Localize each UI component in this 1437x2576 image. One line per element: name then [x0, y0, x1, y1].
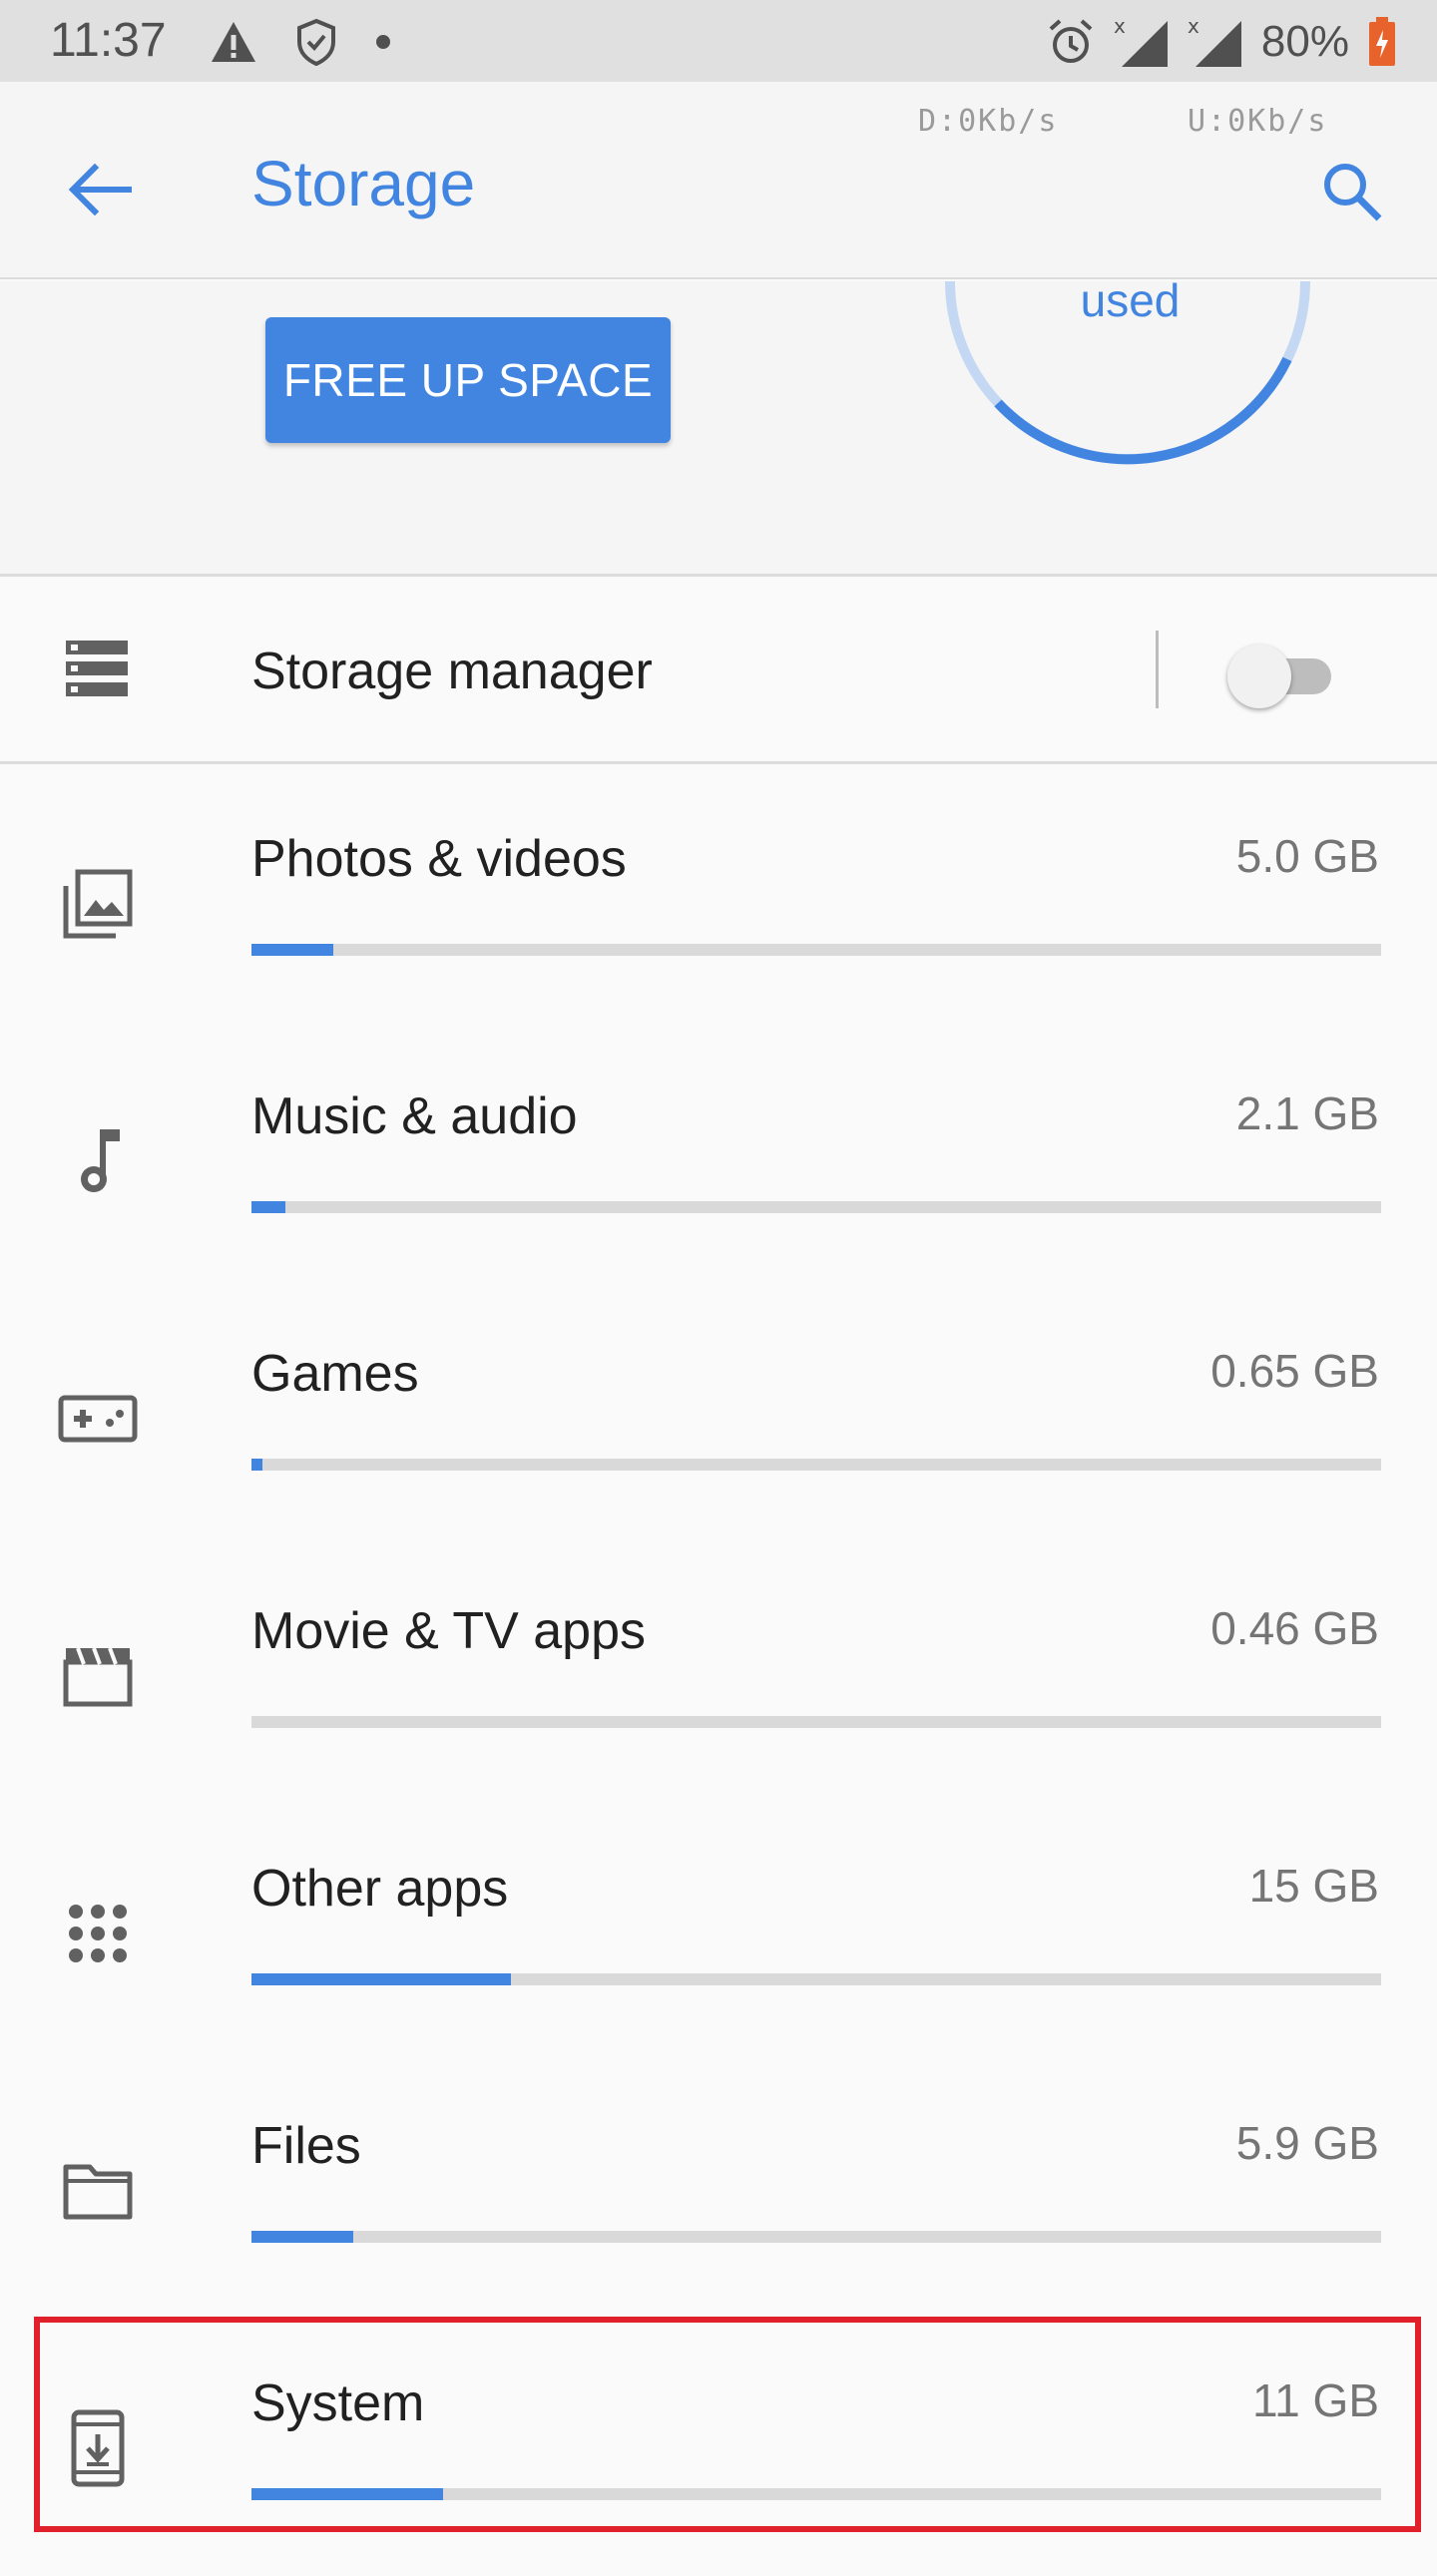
- gamepad-icon: [58, 1379, 138, 1459]
- svg-text:x: x: [1188, 15, 1199, 38]
- category-size: 5.0 GB: [1235, 830, 1379, 882]
- category-label: System: [251, 2374, 425, 2432]
- category-label: Files: [251, 2117, 361, 2175]
- category-usage-bar: [251, 944, 1381, 956]
- category-row-games[interactable]: Games 0.65 GB: [0, 1289, 1437, 1546]
- category-row-files[interactable]: Files 5.9 GB: [0, 2061, 1437, 2319]
- status-right-icons: x x 80%: [1046, 14, 1397, 70]
- download-speed: D:0Kb/s: [918, 104, 1059, 139]
- category-usage-fill: [251, 2488, 444, 2500]
- storage-summary: used FREE UP SPACE: [0, 281, 1437, 577]
- category-row-music[interactable]: Music & audio 2.1 GB: [0, 1032, 1437, 1289]
- category-usage-bar: [251, 1459, 1381, 1471]
- category-size: 2.1 GB: [1235, 1087, 1379, 1139]
- category-size: 5.9 GB: [1235, 2117, 1379, 2169]
- signal-icon: x: [1114, 15, 1168, 67]
- storage-manager-toggle[interactable]: [1227, 635, 1347, 714]
- category-usage-bar: [251, 1716, 1381, 1728]
- free-up-space-button[interactable]: FREE UP SPACE: [265, 317, 671, 443]
- category-size: 0.46 GB: [1210, 1602, 1379, 1654]
- category-label: Music & audio: [251, 1087, 578, 1145]
- signal-icon: x: [1188, 15, 1241, 67]
- divider: [1156, 631, 1159, 708]
- page-title: Storage: [251, 148, 476, 219]
- category-row-system[interactable]: System 11 GB: [0, 2319, 1437, 2576]
- battery-icon: [1369, 17, 1395, 66]
- category-usage-bar: [251, 1973, 1381, 1985]
- toggle-thumb: [1227, 644, 1291, 708]
- category-label: Other apps: [251, 1860, 509, 1918]
- category-usage-fill: [251, 1459, 263, 1471]
- warning-icon: [212, 22, 255, 62]
- category-usage-fill: [251, 2231, 353, 2243]
- category-usage-bar: [251, 2231, 1381, 2243]
- category-label: Photos & videos: [251, 830, 627, 888]
- category-size: 0.65 GB: [1210, 1345, 1379, 1397]
- storage-manager-row[interactable]: Storage manager: [0, 579, 1437, 764]
- folder-icon: [58, 2151, 138, 2231]
- category-usage-bar: [251, 2488, 1381, 2500]
- used-label: used: [1080, 281, 1181, 326]
- movie-icon: [58, 1636, 138, 1716]
- status-bar: 11:37 x x 80%: [0, 0, 1437, 82]
- category-label: Movie & TV apps: [251, 1602, 647, 1660]
- dot-icon: [376, 35, 390, 49]
- category-label: Games: [251, 1345, 419, 1403]
- arrow-back-icon: [68, 163, 132, 216]
- category-size: 11 GB: [1252, 2374, 1379, 2426]
- battery-percent: 80%: [1260, 17, 1349, 66]
- apps-icon: [58, 1894, 138, 1973]
- category-row-other-apps[interactable]: Other apps 15 GB: [0, 1804, 1437, 2061]
- search-icon: [1324, 164, 1382, 221]
- status-left-icons: [210, 16, 391, 68]
- alarm-icon: [1049, 19, 1093, 63]
- status-time: 11:37: [50, 14, 167, 67]
- category-usage-bar: [251, 1201, 1381, 1213]
- category-size: 15 GB: [1248, 1860, 1379, 1912]
- storage-icon: [66, 641, 128, 696]
- category-row-movies[interactable]: Movie & TV apps 0.46 GB: [0, 1546, 1437, 1804]
- back-button[interactable]: [50, 140, 150, 239]
- category-usage-fill: [251, 1201, 285, 1213]
- category-usage-fill: [251, 1973, 512, 1985]
- app-bar: Storage D:0Kb/s U:0Kb/s: [0, 82, 1437, 279]
- upload-speed: U:0Kb/s: [1188, 104, 1328, 139]
- search-button[interactable]: [1302, 142, 1402, 241]
- shield-icon: [297, 18, 335, 66]
- storage-manager-label: Storage manager: [251, 643, 653, 700]
- photo-library-icon: [58, 864, 138, 944]
- system-update-icon: [58, 2408, 138, 2488]
- svg-text:x: x: [1114, 15, 1126, 38]
- music-note-icon: [58, 1121, 138, 1201]
- category-usage-fill: [251, 944, 333, 956]
- category-row-photos[interactable]: Photos & videos 5.0 GB: [0, 774, 1437, 1032]
